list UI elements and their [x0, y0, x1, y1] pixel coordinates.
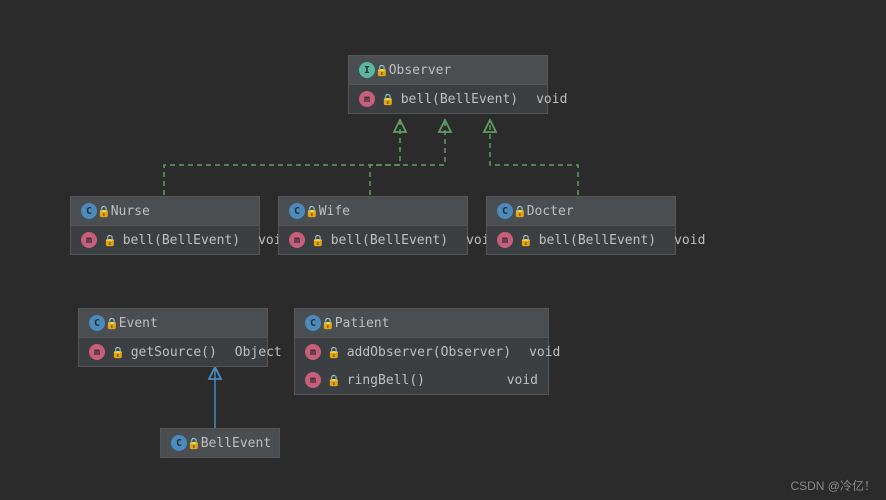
- class-name: Docter: [527, 204, 574, 219]
- lock-icon: 🔒: [97, 205, 111, 218]
- method-name: bell(BellEvent): [123, 233, 240, 248]
- interface-icon: I: [359, 62, 375, 78]
- lock-icon: 🔒: [513, 205, 527, 218]
- lock-icon: 🔒: [321, 317, 335, 330]
- method-name: bell(BellEvent): [539, 233, 656, 248]
- class-icon: C: [497, 203, 513, 219]
- method-icon: m: [289, 232, 305, 248]
- lock-icon: 🔒: [327, 346, 341, 359]
- method-name: bell(BellEvent): [401, 92, 518, 107]
- class-bellevent: C 🔒 BellEvent: [160, 428, 280, 458]
- method-icon: m: [497, 232, 513, 248]
- class-name: Wife: [319, 204, 350, 219]
- class-name: BellEvent: [201, 436, 271, 451]
- method-icon: m: [81, 232, 97, 248]
- class-name: Nurse: [111, 204, 150, 219]
- method-icon: m: [305, 372, 321, 388]
- class-icon: C: [89, 315, 105, 331]
- lock-icon: 🔒: [111, 346, 125, 359]
- class-observer: I 🔒 Observer m 🔒 bell(BellEvent) void: [348, 55, 548, 114]
- class-name: Patient: [335, 316, 390, 331]
- return-type: Object: [223, 345, 282, 360]
- class-nurse: C 🔒 Nurse m 🔒 bell(BellEvent) void: [70, 196, 260, 255]
- class-icon: C: [171, 435, 187, 451]
- class-name: Event: [119, 316, 158, 331]
- class-wife: C 🔒 Wife m 🔒 bell(BellEvent) void: [278, 196, 468, 255]
- method-icon: m: [359, 91, 375, 107]
- return-type: void: [517, 345, 560, 360]
- lock-icon: 🔒: [327, 374, 341, 387]
- class-name: Observer: [389, 63, 452, 78]
- lock-icon: 🔒: [305, 205, 319, 218]
- watermark: CSDN @冷亿！: [790, 477, 876, 494]
- method-icon: m: [89, 344, 105, 360]
- lock-icon: 🔒: [375, 64, 389, 77]
- method-name: getSource(): [131, 345, 217, 360]
- method-name: ringBell(): [347, 373, 425, 388]
- class-icon: C: [305, 315, 321, 331]
- lock-icon: 🔒: [105, 317, 119, 330]
- method-icon: m: [305, 344, 321, 360]
- return-type: void: [662, 233, 705, 248]
- method-name: bell(BellEvent): [331, 233, 448, 248]
- class-docter: C 🔒 Docter m 🔒 bell(BellEvent) void: [486, 196, 676, 255]
- lock-icon: 🔒: [519, 234, 533, 247]
- class-icon: C: [289, 203, 305, 219]
- class-patient: C 🔒 Patient m 🔒 addObserver(Observer) vo…: [294, 308, 549, 395]
- class-icon: C: [81, 203, 97, 219]
- lock-icon: 🔒: [103, 234, 117, 247]
- lock-icon: 🔒: [311, 234, 325, 247]
- lock-icon: 🔒: [381, 93, 395, 106]
- lock-icon: 🔒: [187, 437, 201, 450]
- method-name: addObserver(Observer): [347, 345, 511, 360]
- return-type: void: [524, 92, 567, 107]
- class-event: C 🔒 Event m 🔒 getSource() Object: [78, 308, 268, 367]
- return-type: void: [495, 373, 538, 388]
